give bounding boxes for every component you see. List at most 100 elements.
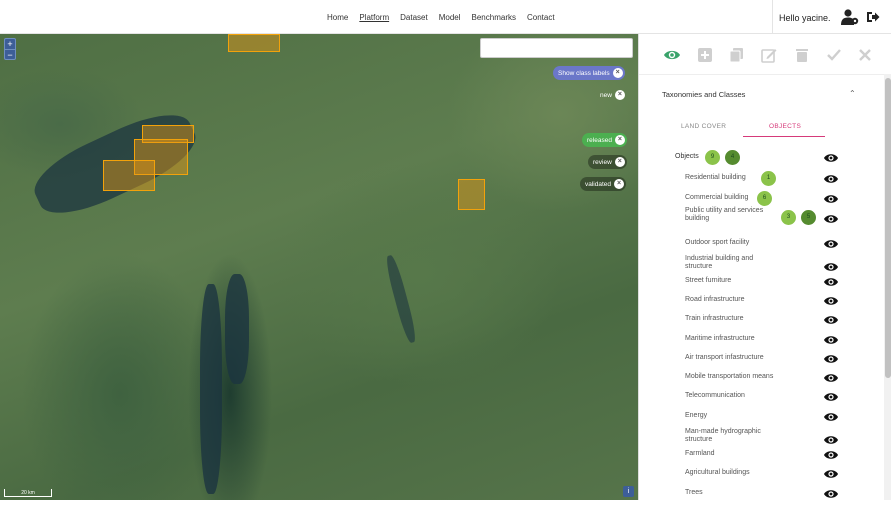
class-label: Industrial building and structure (685, 255, 754, 270)
class-label: Telecommunication (685, 392, 745, 399)
nav-model[interactable]: Model (439, 13, 461, 22)
visibility-eye-icon[interactable] (824, 313, 838, 325)
show-class-labels-toggle[interactable]: Show class labels × (553, 66, 625, 80)
panel-scrollbar[interactable] (884, 74, 891, 500)
class-row[interactable]: Street furniture (639, 273, 884, 291)
user-greeting: Hello yacine. (779, 13, 831, 23)
close-icon[interactable]: × (614, 135, 625, 145)
class-row[interactable]: Road infrastructure (639, 292, 884, 310)
visibility-eye-icon[interactable] (824, 151, 838, 163)
close-icon[interactable]: × (612, 68, 623, 78)
class-root-row[interactable]: Objects 9 4 (639, 149, 884, 167)
copy-icon[interactable] (729, 47, 745, 63)
visibility-eye-icon[interactable] (824, 371, 838, 383)
zoom-out-button[interactable]: − (5, 49, 15, 60)
active-tab-indicator (743, 136, 825, 137)
visibility-eye-icon[interactable] (824, 172, 838, 184)
tab-land-cover[interactable]: LAND COVER (681, 123, 726, 130)
visibility-eye-icon[interactable] (824, 390, 838, 402)
visibility-eye-icon[interactable] (824, 333, 838, 345)
class-label: Residential building (685, 174, 746, 181)
class-row[interactable]: Farmland (639, 446, 884, 464)
class-label: Objects (675, 153, 699, 160)
class-row[interactable]: Public utility and services building 3 5 (639, 206, 884, 230)
main-nav: Home Platform Dataset Model Benchmarks C… (327, 13, 555, 22)
class-label: Outdoor sport facility (685, 239, 750, 246)
close-icon[interactable]: × (614, 179, 625, 189)
visibility-eye-icon[interactable] (824, 410, 838, 422)
nav-platform[interactable]: Platform (359, 13, 389, 22)
visibility-eye-icon[interactable] (824, 294, 838, 306)
visibility-eye-icon[interactable] (824, 260, 838, 272)
zoom-in-button[interactable]: + (5, 39, 15, 49)
class-label: Mobile transportation means (685, 373, 774, 380)
nav-dataset[interactable]: Dataset (400, 13, 428, 22)
visibility-eye-icon[interactable] (824, 192, 838, 204)
visibility-eye-icon[interactable] (824, 352, 838, 364)
class-row[interactable]: Train infrastructure (639, 311, 884, 329)
satellite-map[interactable]: + − Show class labels × new × released × re… (0, 34, 638, 500)
close-icon[interactable]: × (614, 157, 625, 167)
tab-objects[interactable]: OBJECTS (769, 123, 801, 130)
map-scale: 20 km (4, 489, 52, 497)
class-label: Street furniture (685, 277, 732, 284)
visibility-eye-icon[interactable] (824, 237, 838, 249)
nav-contact[interactable]: Contact (527, 13, 555, 22)
lake-feature (200, 284, 222, 494)
eye-icon[interactable] (664, 47, 680, 63)
visibility-eye-icon[interactable] (824, 487, 838, 499)
class-row[interactable]: Residential building 1 (639, 170, 884, 188)
annotation-box[interactable] (103, 160, 155, 191)
class-row[interactable]: Energy (639, 408, 884, 426)
class-row[interactable]: Outdoor sport facility (639, 235, 884, 253)
count-badge: 6 (757, 191, 772, 206)
class-label: Energy (685, 412, 708, 419)
class-row[interactable]: Telecommunication (639, 388, 884, 406)
add-icon[interactable] (697, 47, 713, 63)
visibility-eye-icon[interactable] (824, 467, 838, 479)
status-filter-review[interactable]: review × (588, 155, 627, 169)
edit-icon[interactable] (761, 47, 777, 63)
status-filter-new[interactable]: new × (595, 88, 627, 102)
logout-icon[interactable] (866, 10, 880, 24)
nav-home[interactable]: Home (327, 13, 348, 22)
class-label: Agricultural buildings (685, 469, 750, 476)
close-icon[interactable]: × (614, 90, 625, 100)
annotation-box[interactable] (228, 34, 280, 52)
count-badge: 5 (801, 210, 816, 225)
class-label: Train infrastructure (685, 315, 744, 322)
class-row[interactable]: Mobile transportation means (639, 369, 884, 387)
visibility-eye-icon[interactable] (824, 448, 838, 460)
user-settings-icon[interactable] (841, 9, 859, 25)
scrollbar-thumb[interactable] (885, 78, 891, 378)
chevron-up-icon[interactable]: ⌃ (849, 89, 856, 98)
status-filter-released[interactable]: released × (582, 133, 627, 147)
tag-label: review (593, 158, 612, 166)
delete-icon[interactable] (794, 47, 810, 63)
lake-feature (225, 274, 249, 384)
top-navbar: Home Platform Dataset Model Benchmarks C… (0, 0, 891, 34)
check-icon[interactable] (826, 47, 842, 63)
close-icon[interactable] (857, 47, 873, 63)
count-badge: 3 (781, 210, 796, 225)
class-row[interactable]: Trees (639, 485, 884, 503)
tag-label: Show class labels (558, 69, 610, 77)
class-row[interactable]: Agricultural buildings (639, 465, 884, 483)
class-row[interactable]: Air transport infastructure (639, 350, 884, 368)
count-badge: 1 (761, 171, 776, 186)
map-search-input[interactable] (480, 38, 633, 58)
visibility-eye-icon[interactable] (824, 212, 838, 224)
lake-feature (383, 253, 419, 345)
nav-benchmarks[interactable]: Benchmarks (472, 13, 516, 22)
class-label: Maritime infrastructure (685, 335, 755, 342)
count-badge: 9 (705, 150, 720, 165)
visibility-eye-icon[interactable] (824, 433, 838, 445)
visibility-eye-icon[interactable] (824, 275, 838, 287)
class-label: Air transport infastructure (685, 354, 764, 361)
status-filter-validated[interactable]: validated × (580, 177, 627, 191)
class-row[interactable]: Maritime infrastructure (639, 331, 884, 349)
annotation-panel: Taxonomies and Classes ⌃ LAND COVER OBJE… (638, 34, 891, 500)
map-info-button[interactable]: i (623, 486, 634, 497)
annotation-box[interactable] (458, 179, 485, 210)
tag-label: validated (585, 180, 612, 188)
